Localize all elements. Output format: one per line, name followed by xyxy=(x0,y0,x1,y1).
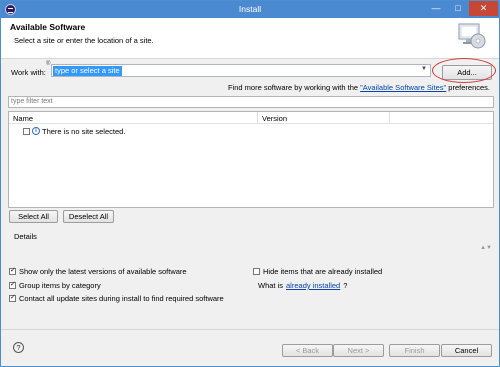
group-by-category-option[interactable]: Group items by category xyxy=(9,280,101,290)
info-icon: i xyxy=(32,127,40,136)
cancel-button[interactable]: Cancel xyxy=(441,344,492,357)
available-software-sites-link[interactable]: "Available Software Sites" xyxy=(360,83,446,92)
contact-all-sites-checkbox[interactable] xyxy=(9,293,16,302)
install-software-icon xyxy=(458,23,486,49)
show-latest-option[interactable]: Show only the latest versions of availab… xyxy=(9,266,187,276)
contact-all-sites-option[interactable]: Contact all update sites during install … xyxy=(9,293,224,303)
chevron-down-icon[interactable]: ▼ xyxy=(421,66,427,72)
title-bar[interactable]: Install — □ ✕ xyxy=(1,1,499,18)
add-site-button[interactable]: Add... xyxy=(442,65,492,80)
column-divider[interactable] xyxy=(257,112,258,124)
what-is-prefix: What is xyxy=(258,281,284,290)
back-button[interactable]: < Back xyxy=(282,344,333,357)
hide-installed-option[interactable]: Hide items that are already installed xyxy=(253,267,382,276)
finish-button[interactable]: Finish xyxy=(389,344,440,357)
already-installed-link[interactable]: already installed xyxy=(286,281,340,290)
find-more-text: Find more software by working with the "… xyxy=(228,83,490,92)
close-button[interactable]: ✕ xyxy=(469,1,498,16)
column-version[interactable]: Version xyxy=(262,114,287,123)
contact-all-sites-label: Contact all update sites during install … xyxy=(19,294,224,303)
find-more-prefix: Find more software by working with the xyxy=(228,83,361,92)
work-with-combo[interactable]: type or select a site ▼ xyxy=(51,64,431,77)
work-with-label: Work with: xyxy=(11,68,46,77)
show-latest-label: Show only the latest versions of availab… xyxy=(19,267,187,276)
column-name[interactable]: Name xyxy=(13,114,33,123)
tree-header: Name Version xyxy=(9,112,493,124)
install-dialog: Install — □ ✕ Available Software Select … xyxy=(0,0,500,367)
minimize-button[interactable]: — xyxy=(425,1,447,16)
work-with-value[interactable]: type or select a site xyxy=(53,66,122,76)
software-tree[interactable]: Name Version i There is no site selected. xyxy=(8,111,494,208)
select-all-button[interactable]: Select All xyxy=(9,210,58,223)
filter-input[interactable]: type filter text xyxy=(8,96,494,108)
row-checkbox[interactable] xyxy=(23,127,30,135)
page-description: Select a site or enter the location of a… xyxy=(14,36,154,45)
footer-separator xyxy=(1,329,499,330)
wizard-header: Available Software Select a site or ente… xyxy=(1,18,499,59)
group-by-category-checkbox[interactable] xyxy=(9,280,16,289)
details-area: ▲▼ xyxy=(8,242,494,260)
column-divider[interactable] xyxy=(389,112,390,124)
deselect-all-button[interactable]: Deselect All xyxy=(63,210,114,223)
hide-installed-checkbox[interactable] xyxy=(253,268,260,275)
hide-installed-label: Hide items that are already installed xyxy=(263,267,383,276)
help-icon[interactable]: ? xyxy=(13,342,24,353)
details-label: Details xyxy=(14,232,37,241)
show-latest-checkbox[interactable] xyxy=(9,266,16,275)
what-is-installed-text: What is already installed? xyxy=(258,281,347,290)
page-title: Available Software xyxy=(10,22,86,32)
find-more-suffix: preferences. xyxy=(446,83,490,92)
group-by-category-label: Group items by category xyxy=(19,281,101,290)
what-is-suffix: ? xyxy=(343,281,348,290)
content-assist-marker: ® xyxy=(46,61,51,67)
next-button[interactable]: Next > xyxy=(333,344,384,357)
scroll-arrows-icon[interactable]: ▲▼ xyxy=(480,245,492,251)
maximize-button[interactable]: □ xyxy=(447,1,469,16)
tree-row-label: There is no site selected. xyxy=(42,126,126,136)
tree-row[interactable]: i There is no site selected. xyxy=(23,126,125,136)
